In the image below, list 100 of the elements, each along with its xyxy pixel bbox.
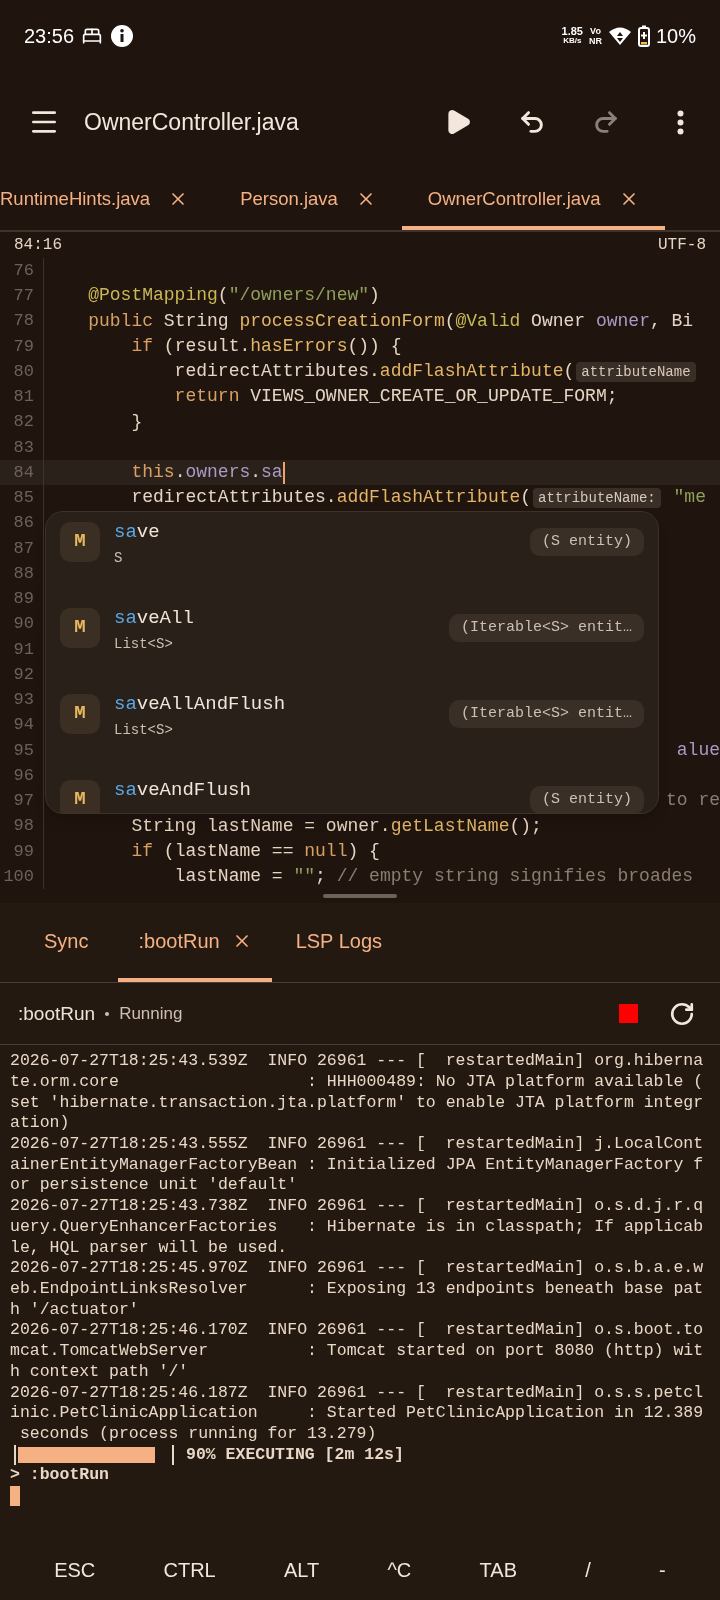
log-line: set 'hibernate.transaction.jta.platform' to enable JTA platform integr: [10, 1092, 704, 1114]
completion-item[interactable]: M saveAllAndFlush List<S> (Iterable<S> entit…: [60, 683, 644, 770]
line-number: 76: [12, 259, 34, 282]
code-line: redirectAttributes.addFlashAttribute( attributeName: [45, 358, 698, 386]
extra-key[interactable]: ^C: [381, 1555, 418, 1585]
terminal-cursor: [10, 1486, 20, 1506]
terminal-prompt: > :bootRun: [10, 1465, 110, 1486]
log-line: 2026-07-27T18:25:43.738Z INFO 26961 --- [ restartedMain] o.s.d.j.r.q: [10, 1196, 704, 1217]
line-number: 79: [12, 335, 34, 358]
line-number: 90: [12, 613, 34, 636]
extra-key[interactable]: TAB: [473, 1555, 523, 1585]
run-task-name: :bootRun: [18, 1001, 96, 1026]
line-number: 94: [12, 714, 34, 737]
log-line: 2026-07-27T18:25:43.555Z INFO 26961 --- [ restartedMain] j.LocalCont: [10, 1134, 704, 1155]
completion-item[interactable]: M saveAll List<S> (Iterable<S> entit…: [60, 597, 644, 684]
parameter-hint: attributeName:: [533, 487, 661, 508]
extra-key[interactable]: ALT: [278, 1555, 326, 1585]
line-number: 78: [12, 310, 34, 333]
file-encoding: UTF-8: [658, 235, 706, 256]
log-line: uery.QueryEnhancerFactories : Hibernate is in classpath; If applicab: [10, 1216, 704, 1238]
line-number: 86: [12, 512, 34, 535]
wifi-icon: [607, 26, 632, 46]
code-line: if (lastName == null) {: [130, 839, 380, 863]
parameter-hint: attributeName: [576, 361, 696, 382]
log-line: inic.PetClinicApplication : Started PetClinicApplication in 12.389: [10, 1403, 704, 1424]
line-number: 88: [12, 562, 34, 585]
method-badge: M: [60, 693, 100, 734]
line-number: 89: [12, 588, 34, 611]
code-line: lastName = ""; // empty string signifies broades: [173, 865, 694, 889]
log-line: le, HQL parser will be used.: [10, 1237, 288, 1259]
code-line: to re: [666, 789, 720, 813]
more-icon: [676, 109, 684, 135]
line-number: 100: [2, 865, 34, 888]
code-line: if (result.hasErrors()) {: [130, 334, 402, 358]
completion-label: save: [114, 519, 161, 545]
progress-label: 90% EXECUTING [2m 12s]: [186, 1444, 404, 1466]
run-status: Running: [119, 1003, 183, 1025]
log-line: 2026-07-27T18:25:46.170Z INFO 26961 --- [ restartedMain] o.s.boot.to: [10, 1320, 704, 1342]
cursor-position: 84:16: [14, 235, 62, 256]
completion-item[interactable]: M save S (S entity): [60, 511, 644, 598]
log-line: h context path '/': [10, 1361, 189, 1383]
extra-key[interactable]: /: [579, 1555, 597, 1585]
undo-icon: [518, 108, 546, 136]
code-line: @PostMapping("/owners/new"): [87, 284, 380, 308]
extra-key[interactable]: CTRL: [157, 1555, 222, 1585]
log-line: mcat.TomcatWebServer : Tomcat started on port 8080 (http) wit: [10, 1341, 704, 1362]
log-line: seconds (process running for 13.279): [18, 1423, 377, 1445]
battery-level: 10%: [655, 24, 696, 49]
extra-key[interactable]: -: [653, 1555, 672, 1585]
code-line: }: [130, 410, 143, 434]
battery-icon: [637, 25, 650, 47]
method-signature: (S entity): [530, 527, 644, 556]
method-badge: M: [60, 607, 100, 648]
line-number: 81: [12, 386, 34, 409]
completion-label: saveAndFlush: [114, 777, 252, 803]
extra-key[interactable]: ESC: [48, 1555, 102, 1585]
code-line: String lastName = owner.getLastName();: [130, 814, 542, 838]
code-line: public String processCreationForm(@Valid Owner owner, Bi: [87, 309, 694, 333]
line-number: 98: [12, 815, 34, 838]
line-number: 77: [12, 285, 34, 308]
line-number: 95: [12, 739, 34, 762]
drag-handle[interactable]: [323, 894, 397, 899]
panel-tab[interactable]: :bootRun: [118, 903, 272, 983]
data-speed-unit: KB/s: [563, 36, 582, 46]
return-type: List<S>: [114, 635, 174, 654]
line-number: 80: [12, 360, 34, 383]
return-type: S: [114, 549, 124, 568]
completion-item[interactable]: M saveAndFlush (S entity): [60, 769, 644, 813]
completion-label: saveAll: [114, 605, 195, 631]
stop-icon: [618, 1004, 638, 1024]
line-number: 99: [12, 840, 34, 863]
log-line: 2026-07-27T18:25:43.539Z INFO 26961 --- [ restartedMain] org.hiberna: [10, 1051, 704, 1072]
info-icon: [110, 24, 135, 48]
line-number: 96: [12, 764, 34, 787]
text-caret: [282, 461, 285, 484]
method-badge: M: [60, 779, 100, 813]
line-number: 91: [12, 638, 34, 661]
file-tab[interactable]: OwnerController.java: [401, 172, 665, 230]
line-number: 97: [12, 790, 34, 813]
log-line: eb.EndpointLinksResolver : Exposing 13 endpoints beneath base pat: [10, 1279, 704, 1300]
file-title: OwnerController.java: [84, 107, 300, 137]
data-speed: 1.85: [561, 26, 583, 36]
return-type: List<S>: [114, 721, 174, 740]
line-number: 87: [12, 537, 34, 560]
code-line: alue: [676, 738, 720, 762]
line-number: 85: [12, 487, 34, 510]
line-number: 83: [12, 436, 34, 459]
bed-icon: [82, 26, 103, 46]
code-line: redirectAttributes.addFlashAttribute( attributeName: "me: [130, 486, 706, 510]
clock: 23:56: [24, 24, 75, 49]
method-signature: (S entity): [530, 785, 644, 813]
panel-tab[interactable]: LSP Logs: [275, 903, 402, 983]
file-tab[interactable]: RuntimeHints.java: [0, 172, 215, 230]
file-tab[interactable]: Person.java: [214, 172, 402, 230]
panel-tab[interactable]: Sync: [26, 903, 115, 983]
completion-label: saveAllAndFlush: [114, 691, 287, 717]
line-number: 84: [12, 461, 34, 484]
code-line: this.owners.sa: [130, 461, 283, 485]
redo-icon: [592, 108, 620, 136]
log-line: ation): [10, 1113, 70, 1135]
